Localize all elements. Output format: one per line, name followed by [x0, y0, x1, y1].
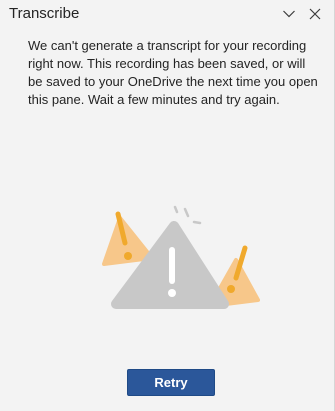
spark-line [183, 207, 190, 218]
warning-triangles-illustration [102, 205, 260, 309]
spark-line [173, 205, 179, 214]
retry-button[interactable]: Retry [127, 369, 215, 396]
collapse-pane-button[interactable] [279, 4, 299, 24]
error-message: We can't generate a transcript for your … [28, 38, 318, 107]
close-icon [309, 8, 321, 20]
transcribe-pane: Transcribe We can't generate a transcrip… [0, 0, 335, 411]
spark-line [192, 220, 202, 225]
main-exclamation-dot [168, 289, 176, 297]
pane-title: Transcribe [9, 5, 80, 22]
right-accent-exclamation-dot [227, 285, 235, 293]
chevron-down-icon [283, 10, 295, 18]
left-accent-exclamation-dot [124, 252, 132, 260]
close-pane-button[interactable] [305, 4, 325, 24]
pane-header: Transcribe [0, 0, 334, 28]
